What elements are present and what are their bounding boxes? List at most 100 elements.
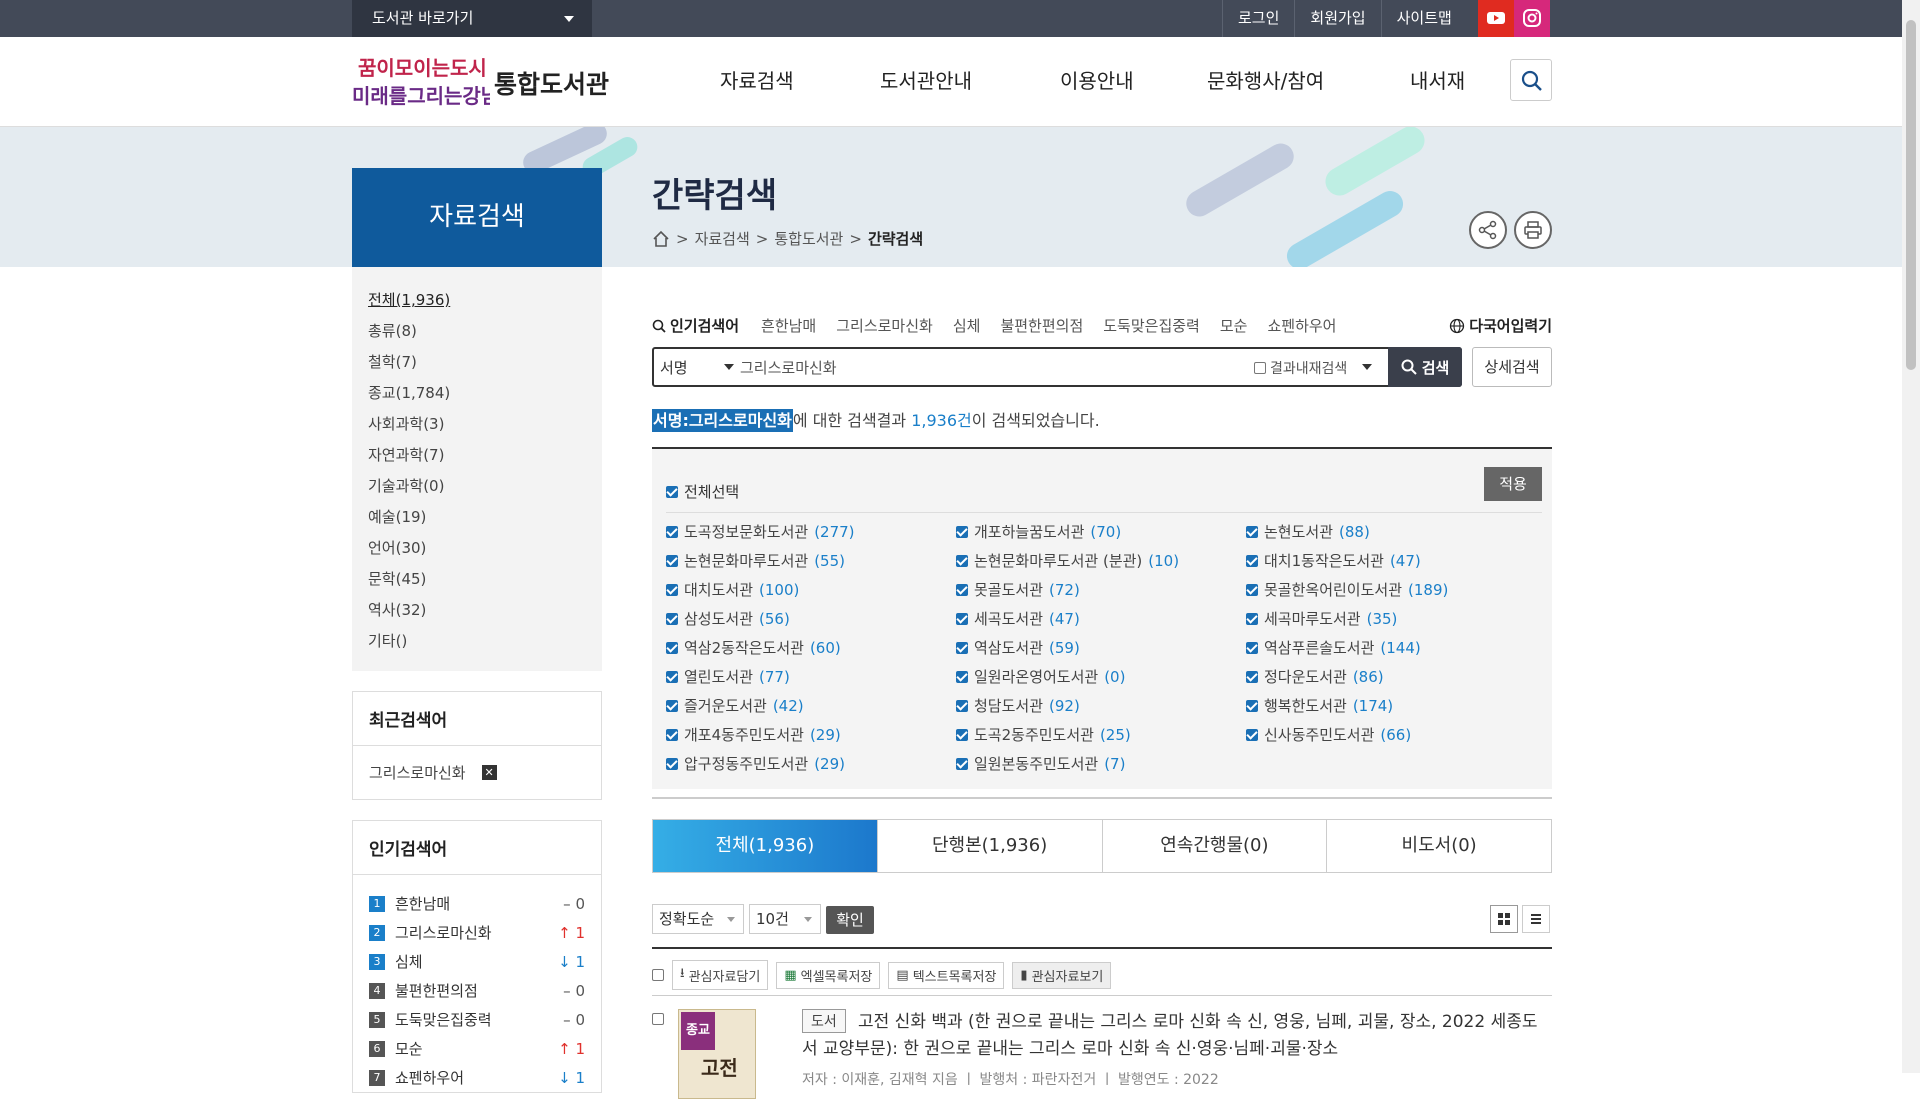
popular-rank-item[interactable]: 5 도둑맞은집중력 – 0: [369, 1005, 585, 1034]
library-checkbox-item[interactable]: 일원본동주민도서관 (7): [956, 751, 1246, 776]
category-item[interactable]: 기타(): [368, 626, 586, 657]
library-checkbox[interactable]: [666, 670, 678, 683]
login-link[interactable]: 로그인: [1222, 0, 1294, 37]
list-view-button[interactable]: [1522, 905, 1550, 933]
gnb-usage-info[interactable]: 이용안내: [1060, 65, 1134, 94]
library-checkbox-item[interactable]: 즐거운도서관 (42): [666, 693, 956, 718]
popular-keyword[interactable]: 심체: [953, 315, 981, 336]
library-checkbox[interactable]: [956, 554, 968, 567]
library-checkbox-item[interactable]: 역삼2동작은도서관 (60): [666, 635, 956, 660]
library-checkbox-item[interactable]: 개포4동주민도서관 (29): [666, 722, 956, 747]
library-checkbox-item[interactable]: 못골도서관 (72): [956, 577, 1246, 602]
library-checkbox[interactable]: [1246, 554, 1258, 567]
library-checkbox-item[interactable]: 대치도서관 (100): [666, 577, 956, 602]
popular-keyword[interactable]: 쇼펜하우어: [1267, 315, 1336, 336]
library-checkbox-item[interactable]: 행복한도서관 (174): [1246, 693, 1536, 718]
popular-rank-item[interactable]: 4 불편한편의점 – 0: [369, 976, 585, 1005]
excel-save-button[interactable]: ▦ 엑셀목록저장: [776, 961, 881, 989]
library-checkbox-item[interactable]: 일원라온영어도서관 (0): [956, 664, 1246, 689]
popular-keyword[interactable]: 모순: [1220, 315, 1248, 336]
sitemap-link[interactable]: 사이트맵: [1380, 0, 1467, 37]
scrollbar-thumb[interactable]: [1906, 20, 1916, 370]
library-checkbox[interactable]: [666, 612, 678, 625]
gnb-my-library[interactable]: 내서재: [1410, 65, 1465, 94]
breadcrumb-search[interactable]: 자료검색: [695, 228, 750, 249]
instagram-icon[interactable]: [1514, 0, 1550, 37]
gangnam-logo[interactable]: 꿈이모이는도시 미래를그리는강남: [352, 51, 490, 111]
popular-rank-item[interactable]: 6 모순 ↑ 1: [369, 1034, 585, 1063]
library-checkbox-item[interactable]: 세곡마루도서관 (35): [1246, 606, 1536, 631]
tab-all[interactable]: 전체(1,936): [653, 820, 877, 872]
popular-keyword[interactable]: 흔한남매: [761, 315, 816, 336]
category-item[interactable]: 기술과학(0): [368, 471, 586, 502]
multilang-input-button[interactable]: 다국어입력기: [1449, 315, 1552, 336]
library-checkbox[interactable]: [666, 641, 678, 654]
text-save-button[interactable]: ▤ 텍스트목록저장: [888, 961, 1005, 989]
search-input[interactable]: 그리스로마신화: [740, 357, 837, 378]
library-checkbox[interactable]: [956, 728, 968, 741]
library-checkbox[interactable]: [666, 554, 678, 567]
popular-keyword[interactable]: 도둑맞은집중력: [1103, 315, 1200, 336]
tab-nonbook[interactable]: 비도서(0): [1326, 820, 1551, 872]
category-item[interactable]: 문학(45): [368, 564, 586, 595]
library-checkbox[interactable]: [1246, 728, 1258, 741]
tab-serial[interactable]: 연속간행물(0): [1101, 820, 1327, 872]
library-checkbox[interactable]: [1246, 583, 1258, 596]
category-all[interactable]: 전체(1,936): [368, 285, 586, 316]
within-results-checkbox[interactable]: [1254, 362, 1266, 374]
page-scrollbar[interactable]: [1902, 0, 1920, 1073]
close-icon[interactable]: ✕: [481, 765, 497, 780]
gnb-library-info[interactable]: 도서관안내: [880, 65, 972, 94]
view-favorites-button[interactable]: ▮ 관심자료보기: [1012, 961, 1112, 989]
library-checkbox[interactable]: [1246, 699, 1258, 712]
sort-select[interactable]: 정확도순: [652, 904, 744, 934]
library-checkbox-item[interactable]: 도곡정보문화도서관 (277): [666, 519, 956, 544]
recent-search-link[interactable]: 그리스로마신화: [369, 762, 466, 783]
youtube-icon[interactable]: [1478, 0, 1514, 37]
library-checkbox[interactable]: [956, 612, 968, 625]
popular-rank-item[interactable]: 3 심체 ↓ 1: [369, 947, 585, 976]
library-shortcut-select[interactable]: 도서관 바로가기: [352, 0, 592, 37]
library-checkbox[interactable]: [666, 525, 678, 538]
library-checkbox-item[interactable]: 신사동주민도서관 (66): [1246, 722, 1536, 747]
library-checkbox-item[interactable]: 논현문화마루도서관 (55): [666, 548, 956, 573]
search-submit-button[interactable]: 검색: [1388, 347, 1462, 387]
library-checkbox-item[interactable]: 개포하늘꿈도서관 (70): [956, 519, 1246, 544]
tab-monograph[interactable]: 단행본(1,936): [876, 820, 1102, 872]
category-item[interactable]: 언어(30): [368, 533, 586, 564]
home-icon[interactable]: [652, 230, 670, 248]
popular-rank-item[interactable]: 2 그리스로마신화 ↑ 1: [369, 918, 585, 947]
confirm-button[interactable]: 확인: [826, 906, 874, 934]
library-checkbox-item[interactable]: 압구정동주민도서관 (29): [666, 751, 956, 776]
library-checkbox[interactable]: [1246, 612, 1258, 625]
share-button[interactable]: [1469, 211, 1507, 249]
result-item-checkbox[interactable]: [652, 1013, 664, 1025]
site-title[interactable]: 통합도서관: [494, 65, 609, 101]
library-checkbox-item[interactable]: 역삼푸른솔도서관 (144): [1246, 635, 1536, 660]
library-checkbox[interactable]: [956, 583, 968, 596]
library-checkbox-item[interactable]: 논현도서관 (88): [1246, 519, 1536, 544]
popular-keyword[interactable]: 불편한편의점: [1000, 315, 1083, 336]
library-checkbox[interactable]: [956, 699, 968, 712]
library-checkbox[interactable]: [666, 757, 678, 770]
category-item[interactable]: 예술(19): [368, 502, 586, 533]
library-checkbox[interactable]: [956, 670, 968, 683]
library-checkbox[interactable]: [666, 583, 678, 596]
search-field-select[interactable]: 서명: [660, 357, 688, 378]
library-checkbox-item[interactable]: 대치1동작은도서관 (47): [1246, 548, 1536, 573]
library-checkbox[interactable]: [666, 699, 678, 712]
library-checkbox[interactable]: [666, 728, 678, 741]
library-checkbox-item[interactable]: 논현문화마루도서관 (분관) (10): [956, 548, 1246, 573]
library-checkbox-item[interactable]: 삼성도서관 (56): [666, 606, 956, 631]
add-favorites-button[interactable]: ⭳ 관심자료담기: [672, 960, 769, 990]
global-search-button[interactable]: [1510, 59, 1552, 101]
apply-button[interactable]: 적용: [1484, 467, 1542, 501]
library-checkbox-item[interactable]: 정다운도서관 (86): [1246, 664, 1536, 689]
breadcrumb-integrated[interactable]: 통합도서관: [774, 228, 843, 249]
category-item[interactable]: 철학(7): [368, 347, 586, 378]
category-item[interactable]: 총류(8): [368, 316, 586, 347]
popular-keyword[interactable]: 그리스로마신화: [836, 315, 933, 336]
print-button[interactable]: [1514, 211, 1552, 249]
library-checkbox[interactable]: [956, 757, 968, 770]
library-checkbox-item[interactable]: 청담도서관 (92): [956, 693, 1246, 718]
